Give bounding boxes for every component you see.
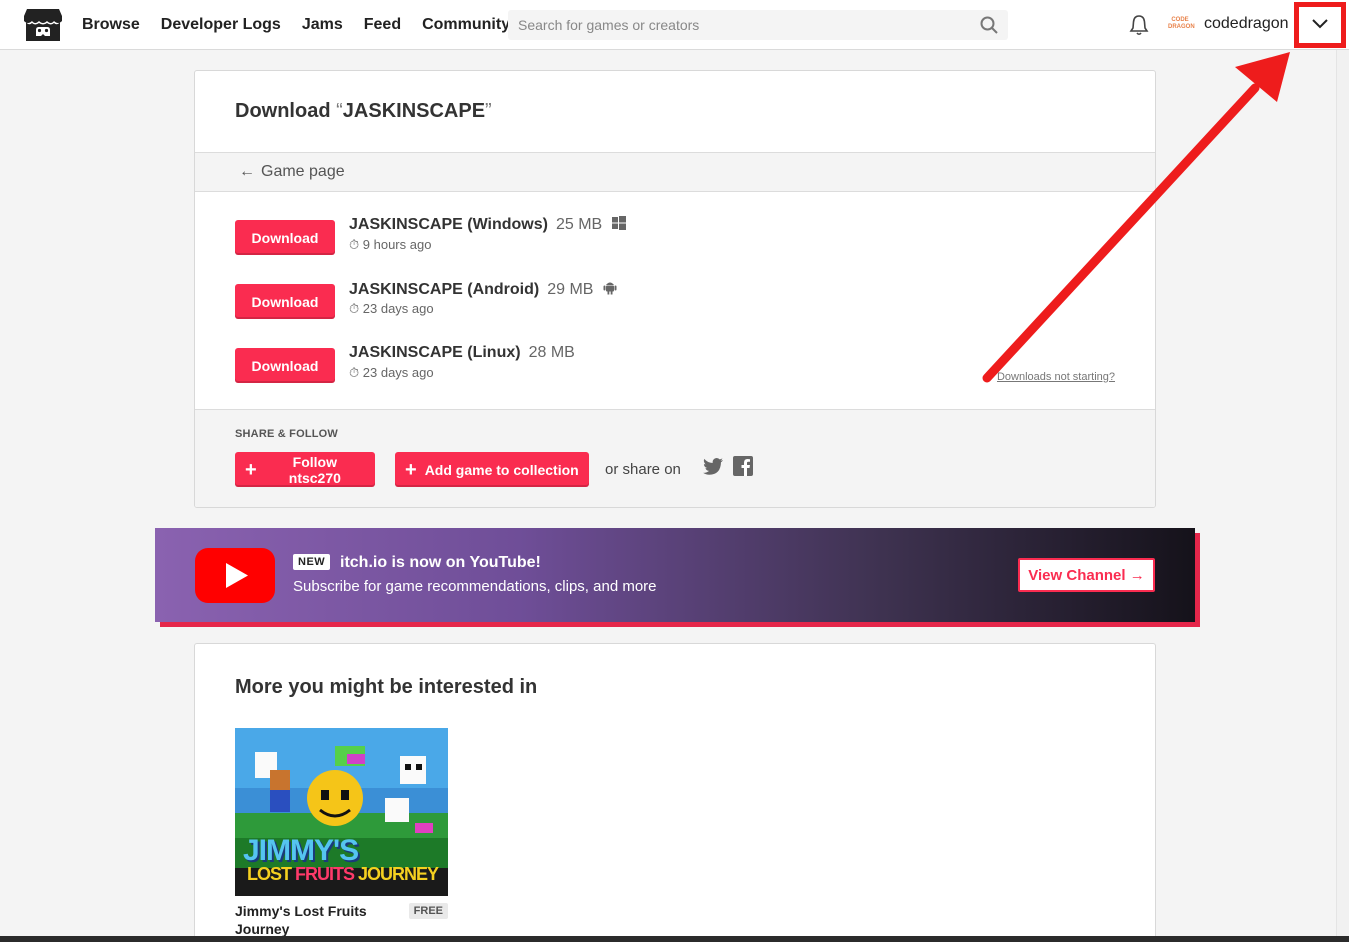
download-panel: Download “JASKINSCAPE” ← Game page Downlo… <box>194 70 1156 508</box>
user-menu-dropdown-button[interactable] <box>1294 2 1346 48</box>
game-title-link[interactable]: Jimmy's Lost Fruits Journey <box>235 902 400 938</box>
game-name: JASKINSCAPE <box>342 100 486 122</box>
stopwatch-icon: ⏱ <box>349 365 363 380</box>
follow-button[interactable]: + Follow ntsc270 <box>235 452 375 487</box>
banner-subtitle: Subscribe for game recommendations, clip… <box>293 578 657 595</box>
upload-name: JASKINSCAPE (Linux) 28 MB <box>349 344 575 362</box>
download-button-linux[interactable]: Download <box>235 348 335 383</box>
share-follow-section: SHARE & FOLLOW + Follow ntsc270 + Add game… <box>195 409 1155 507</box>
plus-icon: + <box>405 458 417 481</box>
nav-browse[interactable]: Browse <box>82 16 140 34</box>
upload-date: ⏱ 23 days ago <box>349 301 434 317</box>
upload-date-text: 23 days ago <box>362 365 434 380</box>
collection-label: Add game to collection <box>424 461 579 478</box>
add-to-collection-button[interactable]: + Add game to collection <box>395 452 589 487</box>
search-input[interactable] <box>508 10 968 40</box>
thumb-word-journey: JOURNEY <box>354 864 439 884</box>
title-prefix: Download <box>235 100 337 122</box>
downloads-not-starting-link[interactable]: Downloads not starting? <box>997 371 1115 383</box>
upload-date-text: 9 hours ago <box>362 237 432 252</box>
chevron-down-icon <box>1312 16 1328 34</box>
thumb-subtitle-text: LOST FRUITS JOURNEY <box>247 864 439 885</box>
share-on-label: or share on <box>605 461 681 478</box>
avatar[interactable]: CODE DRAGON <box>1168 17 1195 33</box>
recommendations-title: More you might be interested in <box>235 676 538 698</box>
upload-title: JASKINSCAPE (Windows) <box>349 216 548 233</box>
thumb-word-lost: LOST <box>247 864 295 884</box>
nav-feed[interactable]: Feed <box>364 16 401 34</box>
nav-developer-logs[interactable]: Developer Logs <box>161 16 281 34</box>
thumb-word-fruits: FRUITS <box>295 864 355 884</box>
game-cell: JIMMY'S LOST FRUITS JOURNEY Jimmy's Lost… <box>235 728 448 937</box>
upload-date: ⏱ 23 days ago <box>349 365 434 381</box>
plus-icon: + <box>245 458 257 481</box>
upload-size: 25 MB <box>555 216 603 233</box>
window-bottom-edge <box>0 936 1349 942</box>
upload-name: JASKINSCAPE (Android) 29 MB <box>349 280 617 300</box>
main-nav: Browse Developer Logs Jams Feed Communit… <box>82 0 510 50</box>
title-close-quote: ” <box>485 100 492 122</box>
download-button-windows[interactable]: Download <box>235 220 335 255</box>
new-badge: NEW <box>293 554 331 570</box>
upload-row: Download JASKINSCAPE (Android) 29 MB ⏱ 23… <box>235 280 1115 320</box>
view-channel-button[interactable]: View Channel → <box>1018 558 1155 592</box>
search-box <box>508 10 1008 40</box>
username-label[interactable]: codedragon <box>1204 15 1289 33</box>
nav-jams[interactable]: Jams <box>302 16 343 34</box>
search-icon[interactable] <box>980 16 998 39</box>
upload-row: Download JASKINSCAPE (Windows) 25 MB ⏱ 9 … <box>235 216 1115 256</box>
twitter-icon[interactable] <box>703 458 723 480</box>
upload-title: JASKINSCAPE (Android) <box>349 281 540 298</box>
thumb-title-text: JIMMY'S <box>243 834 359 867</box>
youtube-banner: NEW itch.io is now on YouTube! Subscribe… <box>155 528 1195 622</box>
recommendations-panel: More you might be interested in JIMMY'S … <box>194 643 1156 937</box>
title-open-quote: “ <box>336 100 343 122</box>
page-title: Download “JASKINSCAPE” <box>235 100 492 123</box>
download-button-android[interactable]: Download <box>235 284 335 319</box>
share-heading: SHARE & FOLLOW <box>235 428 339 440</box>
upload-size: 29 MB <box>547 281 594 298</box>
upload-row: Download JASKINSCAPE (Linux) 28 MB ⏱ 23 d… <box>235 344 1115 384</box>
game-page-bar: ← Game page <box>195 152 1155 192</box>
android-icon <box>603 280 617 300</box>
facebook-icon[interactable] <box>733 456 753 481</box>
notifications-bell-icon[interactable] <box>1129 14 1149 41</box>
upload-title: JASKINSCAPE (Linux) <box>349 344 521 361</box>
nav-community[interactable]: Community <box>422 16 510 34</box>
itchio-logo-icon[interactable] <box>23 7 63 43</box>
top-nav-bar: Browse Developer Logs Jams Feed Communit… <box>0 0 1349 50</box>
upload-date-text: 23 days ago <box>362 301 434 316</box>
upload-name: JASKINSCAPE (Windows) 25 MB <box>349 216 627 235</box>
banner-title: itch.io is now on YouTube! <box>340 554 541 571</box>
game-page-label: Game page <box>261 163 345 180</box>
follow-label: Follow ntsc270 <box>288 453 341 486</box>
vertical-scrollbar[interactable] <box>1336 50 1349 936</box>
stopwatch-icon: ⏱ <box>349 237 363 252</box>
youtube-logo-icon <box>195 548 275 608</box>
game-thumbnail[interactable]: JIMMY'S LOST FRUITS JOURNEY <box>235 728 448 896</box>
windows-icon <box>612 216 627 235</box>
stopwatch-icon: ⏱ <box>349 301 363 316</box>
upload-date: ⏱ 9 hours ago <box>349 237 431 253</box>
game-page-link[interactable]: ← Game page <box>239 163 345 181</box>
upload-size: 28 MB <box>528 344 575 361</box>
price-badge: FREE <box>408 903 448 919</box>
arrow-left-icon: ← <box>239 163 255 180</box>
